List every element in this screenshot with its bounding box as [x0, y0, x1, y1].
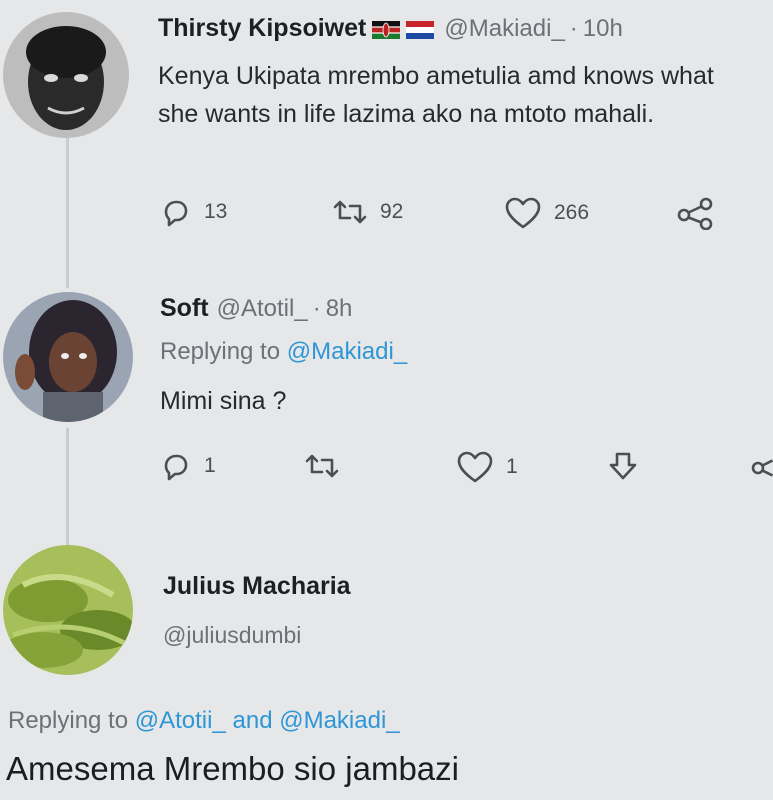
retweet-icon — [305, 454, 339, 478]
tweet1-separator: · — [569, 14, 578, 42]
avatar-julius-macharia[interactable] — [3, 545, 133, 675]
tweet3-display-name[interactable]: Julius Macharia — [163, 572, 351, 601]
netherlands-flag-icon — [406, 20, 435, 39]
mention-makiadi[interactable]: @Makiadi_ — [279, 707, 399, 734]
tweet2-reply-button[interactable]: 1 — [160, 450, 216, 482]
tweet2-time[interactable]: 8h — [326, 295, 353, 323]
tweet1-retweet-count: 92 — [380, 200, 404, 223]
tweet1-like-button[interactable]: 266 — [504, 196, 589, 230]
tweet2-header: Soft @Atotil_ · 8h — [160, 294, 352, 323]
reply-icon — [164, 454, 188, 481]
replying-and: and — [232, 707, 273, 734]
kenya-flag-icon — [372, 20, 401, 39]
tweet2-separator: · — [312, 294, 321, 322]
thread-line-2 — [66, 428, 69, 546]
tweet2-like-count: 1 — [506, 455, 518, 478]
tweet2-reply-count: 1 — [204, 454, 216, 477]
tweet2-handle[interactable]: @Atotil_ — [217, 295, 308, 323]
tweet2-display-name[interactable]: Soft — [160, 294, 209, 323]
mention-makiadi[interactable]: @Makiadi_ — [287, 338, 407, 365]
replying-label: Replying to — [160, 338, 281, 365]
tweet1-like-count: 266 — [554, 201, 590, 224]
share-icon — [677, 197, 713, 230]
avatar-thirsty-kipsoiwet[interactable] — [3, 12, 129, 138]
reply-icon — [164, 200, 188, 227]
tweet2-share-button[interactable] — [750, 452, 773, 482]
tweet2-like-button[interactable]: 1 — [456, 450, 518, 484]
mention-atotii[interactable]: @Atotii_ — [135, 707, 226, 734]
avatar-soft[interactable] — [3, 292, 133, 422]
tweet1-time[interactable]: 10h — [583, 15, 623, 43]
tweet2-text: Mimi sina ? — [160, 387, 287, 415]
download-icon — [609, 452, 637, 480]
tweet1-reply-button[interactable]: 13 — [160, 196, 227, 228]
tweet1-handle[interactable]: @Makiadi_ — [444, 15, 564, 43]
tweet1-retweet-button[interactable]: 92 — [332, 196, 403, 228]
like-icon — [505, 197, 541, 229]
thread-line-1 — [66, 138, 69, 288]
retweet-icon — [333, 200, 367, 224]
like-icon — [457, 451, 493, 483]
tweet3-replying-to: Replying to @Atotii_ and @Makiadi_ — [8, 707, 400, 735]
tweet1-reply-count: 13 — [204, 200, 228, 223]
tweet3-text: Amesema Mrembo sio jambazi — [6, 750, 459, 787]
tweet2-replying-to: Replying to @Makiadi_ — [160, 338, 407, 366]
share-icon — [751, 459, 773, 477]
tweet3-handle[interactable]: @juliusdumbi — [163, 622, 301, 649]
tweet2-download-button[interactable] — [606, 450, 640, 484]
tweet2-retweet-button[interactable] — [304, 450, 340, 482]
replying-label: Replying to — [8, 707, 129, 734]
tweet1-display-name[interactable]: Thirsty Kipsoiwet — [158, 14, 366, 43]
tweet1-text: Kenya Ukipata mrembo ametulia amd knows … — [158, 62, 714, 128]
tweet1-header: Thirsty Kipsoiwet @Makiadi_ · 10h — [158, 14, 623, 43]
tweet1-share-button[interactable] — [676, 196, 716, 230]
